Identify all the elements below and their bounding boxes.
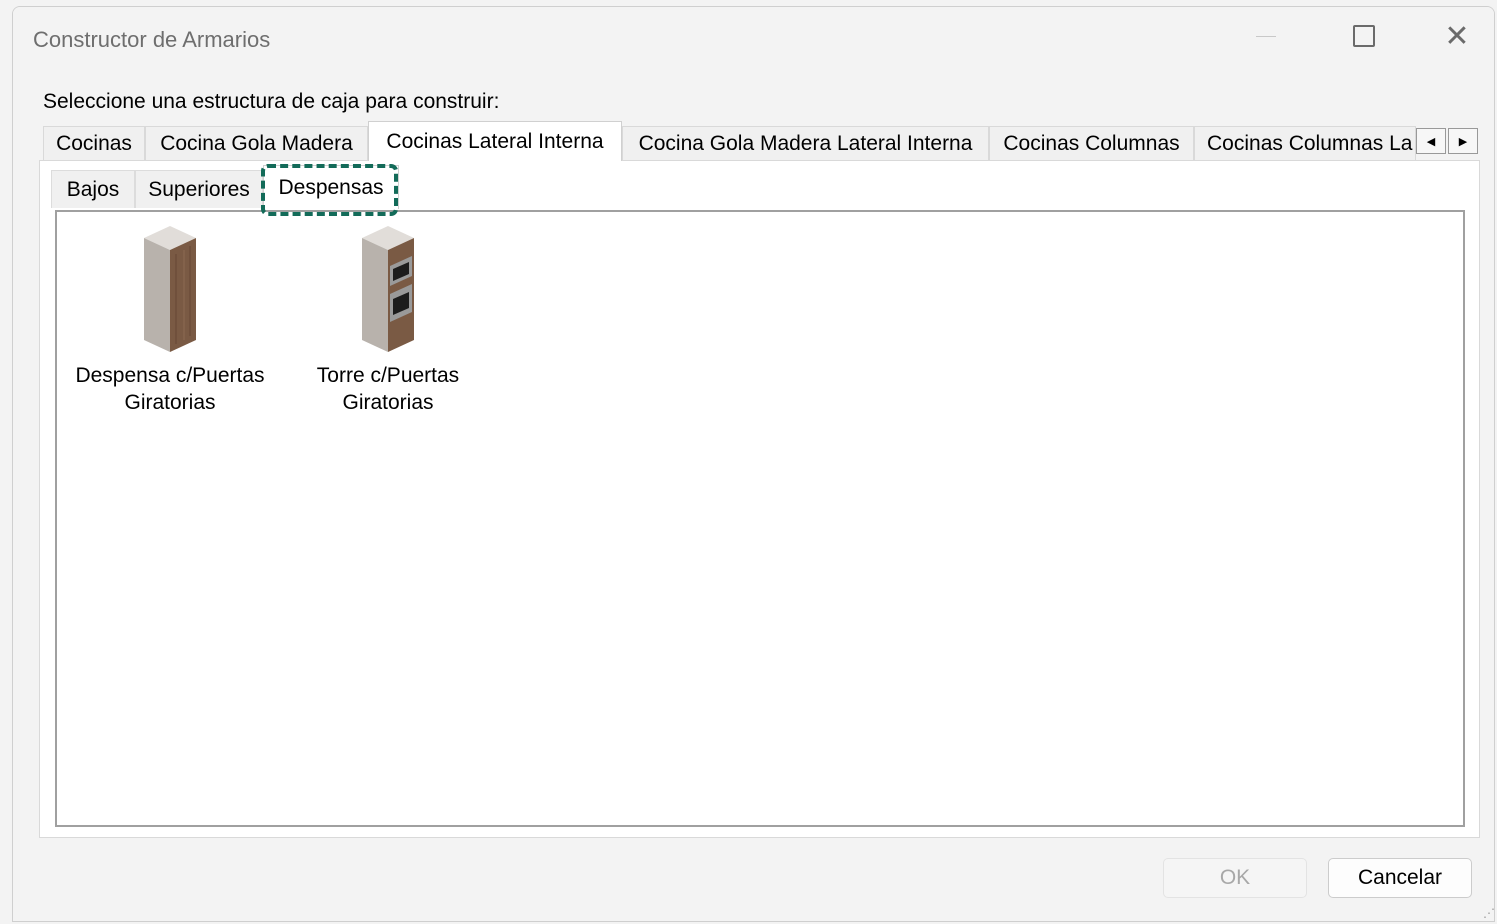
resize-grip-icon[interactable]: ⋰ xyxy=(1483,906,1495,920)
item-label-line1: Torre c/Puertas xyxy=(316,364,460,387)
maximize-button[interactable] xyxy=(1318,7,1410,65)
item-label-line1: Despensa c/Puertas xyxy=(75,364,265,387)
tab-label: Cocina Gola Madera xyxy=(160,131,353,155)
subtab-superiores[interactable]: Superiores xyxy=(135,170,263,208)
subtab-bajos[interactable]: Bajos xyxy=(51,170,135,208)
cancel-label: Cancelar xyxy=(1357,866,1443,889)
ok-label: OK xyxy=(1219,866,1251,889)
arrow-right-icon: ▶ xyxy=(1458,135,1468,148)
minimize-icon xyxy=(1256,35,1276,37)
cabinet-list-panel: Despensa c/Puertas Giratorias Torre c/Pu… xyxy=(55,210,1465,827)
tab-scroll-buttons: ◀ ▶ xyxy=(1416,128,1480,154)
arrow-left-icon: ◀ xyxy=(1426,135,1436,148)
tab-scroll-left-button[interactable]: ◀ xyxy=(1416,128,1446,154)
maximize-icon xyxy=(1353,25,1375,47)
pantry-cabinet-icon xyxy=(144,226,196,352)
tab-cocinas[interactable]: Cocinas xyxy=(43,126,145,160)
cancel-button[interactable]: Cancelar xyxy=(1328,858,1472,898)
tab-scroll-right-button[interactable]: ▶ xyxy=(1448,128,1478,154)
instruction-label: Seleccione una estructura de caja para c… xyxy=(43,90,500,113)
tab-cocina-gola-madera[interactable]: Cocina Gola Madera xyxy=(145,126,368,160)
window-title: Constructor de Armarios xyxy=(33,27,271,52)
tab-label: Cocinas Lateral Interna xyxy=(386,129,604,153)
item-label-line2: Giratorias xyxy=(342,391,434,414)
title-bar[interactable]: Constructor de Armarios ✕ xyxy=(13,7,1494,67)
item-label-line2: Giratorias xyxy=(124,391,216,414)
tab-cocinas-columnas[interactable]: Cocinas Columnas xyxy=(989,126,1194,160)
close-icon: ✕ xyxy=(1444,19,1470,53)
tab-cocina-gola-madera-lateral-interna[interactable]: Cocina Gola Madera Lateral Interna xyxy=(622,126,989,160)
oven-tower-icon xyxy=(362,226,414,352)
tab-label: Cocinas Columnas xyxy=(1003,131,1180,155)
selection-highlight xyxy=(261,164,398,216)
minimize-button[interactable] xyxy=(1220,7,1312,65)
cabinet-item-despensa[interactable]: Despensa c/Puertas Giratorias xyxy=(65,224,275,416)
close-button[interactable]: ✕ xyxy=(1411,7,1494,65)
cabinet-item-torre[interactable]: Torre c/Puertas Giratorias xyxy=(283,224,493,416)
ok-button[interactable]: OK xyxy=(1163,858,1307,898)
tab-label: Cocinas Columnas La xyxy=(1207,131,1413,155)
subtab-label: Superiores xyxy=(148,177,250,201)
tab-label: Cocinas xyxy=(56,131,132,155)
tab-cocinas-lateral-interna[interactable]: Cocinas Lateral Interna xyxy=(368,121,622,161)
subtab-label: Bajos xyxy=(66,177,120,201)
tab-cocinas-columnas-la[interactable]: Cocinas Columnas La xyxy=(1194,126,1416,160)
tab-label: Cocina Gola Madera Lateral Interna xyxy=(638,131,973,155)
